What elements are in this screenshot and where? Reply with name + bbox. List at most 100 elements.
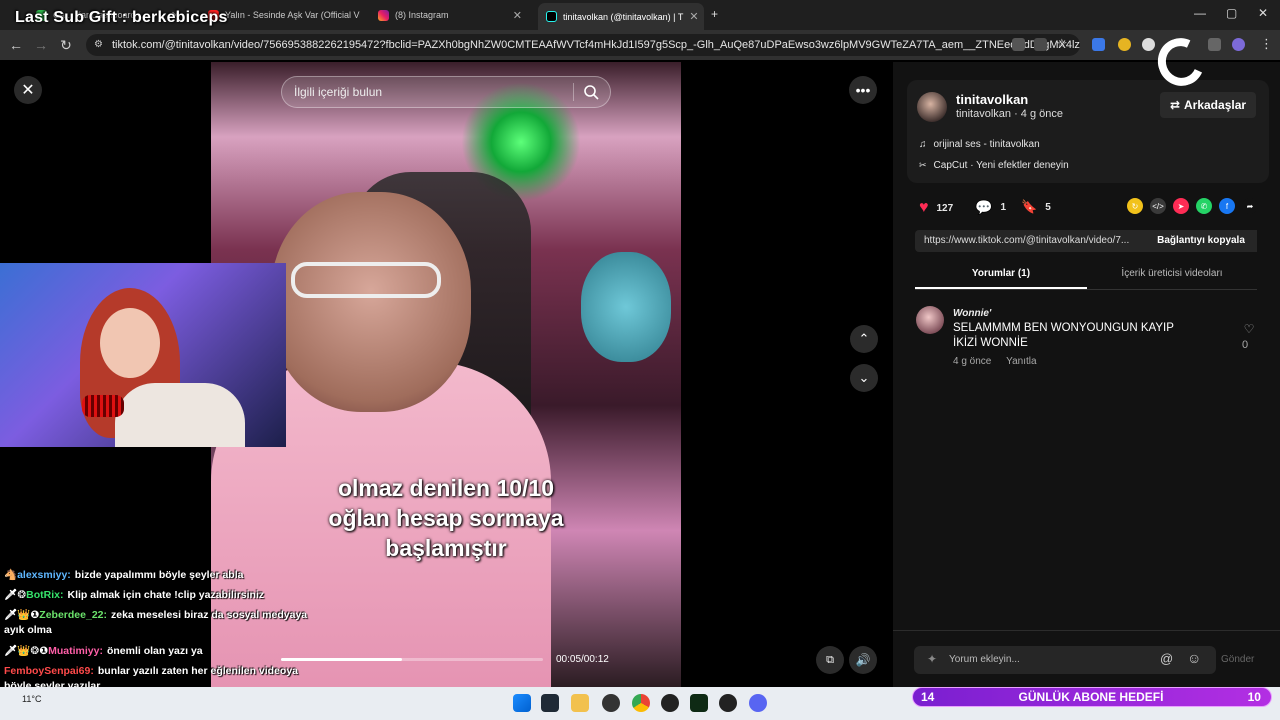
- author-name[interactable]: tinitavolkan: [956, 92, 1028, 107]
- streamer-face: [100, 308, 160, 378]
- video-caption: olmaz denilen 10/10 oğlan hesap sormaya …: [211, 473, 681, 563]
- heart-icon: ♥: [919, 199, 929, 216]
- send-comment-button[interactable]: Gönder: [1221, 654, 1254, 665]
- chat-badges: 🐴: [4, 569, 18, 581]
- author-subtitle: tinitavolkan · 4 g önce: [956, 108, 1064, 120]
- app-g-icon[interactable]: [661, 694, 679, 712]
- music-note-icon: ♫: [919, 139, 927, 150]
- volume-button[interactable]: 🔊: [849, 646, 877, 674]
- windows-start-icon[interactable]: [513, 694, 531, 712]
- url-field[interactable]: tiktok.com/@tinitavolkan/video/756695388…: [86, 34, 1080, 56]
- chat-message: 🗡👑❂❶Muatimiyy: önemli olan yazı ya: [4, 644, 324, 659]
- mention-icon[interactable]: @: [1160, 651, 1173, 666]
- instagram-favicon-icon: [378, 9, 389, 21]
- video-time: 00:05/00:12: [556, 654, 609, 665]
- comment-username[interactable]: Wonnie': [953, 308, 991, 319]
- goal-target: 10: [1247, 690, 1261, 704]
- back-button[interactable]: ←: [8, 37, 24, 53]
- facebook-icon[interactable]: f: [1219, 198, 1235, 214]
- tab-label: tinitavolkan (@tinitavolkan) | T: [563, 11, 684, 22]
- like-count: 127: [936, 202, 954, 214]
- extension-icon[interactable]: [1118, 38, 1131, 51]
- reading-list-icon[interactable]: [1208, 38, 1221, 51]
- chat-badges: 🗡❂: [4, 589, 27, 601]
- comment-like-icon[interactable]: ♡: [1240, 322, 1258, 336]
- whatsapp-icon[interactable]: ✆: [1196, 198, 1212, 214]
- install-app-icon[interactable]: [1012, 38, 1025, 51]
- swap-arrows-icon: ⇄: [1169, 98, 1180, 112]
- save-stat[interactable]: 🔖 5: [1021, 199, 1051, 215]
- tab-instagram[interactable]: (8) Instagram ✕: [370, 4, 530, 26]
- emoji-icon[interactable]: ☺: [1187, 650, 1201, 666]
- chat-username: BotRix:: [26, 589, 64, 601]
- reply-link[interactable]: Yanıtla: [1006, 356, 1036, 367]
- friends-button[interactable]: ⇄ Arkadaşlar: [1160, 92, 1256, 118]
- app-g2-icon[interactable]: [719, 694, 737, 712]
- tab-comments[interactable]: Yorumlar (1): [915, 268, 1087, 279]
- site-info-icon[interactable]: ⚙: [94, 39, 103, 50]
- person-glasses: [291, 262, 441, 298]
- forward-button[interactable]: →: [33, 37, 49, 53]
- plush-toy: [581, 252, 671, 362]
- new-tab-button[interactable]: +: [711, 7, 718, 21]
- chat-username: Muatimiyy:: [48, 645, 103, 657]
- chat-badges: 🗡👑❶: [4, 609, 40, 621]
- chat-badges: 🗡👑❂❶: [4, 645, 49, 657]
- kick-icon[interactable]: [690, 694, 708, 712]
- like-stat[interactable]: ♥ 127: [919, 199, 953, 217]
- more-options-button[interactable]: •••: [849, 76, 877, 104]
- next-video-button[interactable]: ⌄: [850, 364, 878, 392]
- repost-icon[interactable]: ↻: [1127, 198, 1143, 214]
- goal-current: 14: [921, 690, 935, 704]
- chat-message: 🗡❂BotRix: Klip almak için chate !clip yaz…: [4, 588, 324, 603]
- streamer-webcam: [0, 263, 286, 447]
- more-share-icon[interactable]: ➦: [1242, 198, 1258, 214]
- comment-count: 1: [1000, 202, 1006, 213]
- close-video-button[interactable]: ✕: [14, 76, 42, 104]
- minimize-button[interactable]: —: [1194, 6, 1206, 20]
- person-face: [271, 192, 471, 412]
- author-avatar[interactable]: [917, 92, 947, 122]
- effect-link[interactable]: ✂ CapCut · Yeni efektler deneyin: [919, 160, 1069, 171]
- capcut-icon: ✂: [919, 160, 927, 170]
- tab-creator-videos[interactable]: İçerik üreticisi videoları: [1087, 268, 1257, 279]
- related-search-input[interactable]: İlgili içeriği bulun: [281, 76, 611, 108]
- comment-avatar[interactable]: [916, 306, 944, 334]
- tab-tiktok[interactable]: tinitavolkan (@tinitavolkan) | T ✕: [538, 3, 704, 30]
- close-window-button[interactable]: ✕: [1258, 6, 1268, 20]
- sound-label: orijinal ses - tinitavolkan: [933, 139, 1040, 150]
- previous-video-button[interactable]: ⌃: [850, 325, 878, 353]
- chat-text: önemli olan yazı ya: [106, 645, 203, 657]
- effect-label: CapCut · Yeni efektler deneyin: [933, 160, 1069, 171]
- sticker-icon[interactable]: ✦: [927, 652, 937, 666]
- translate-icon[interactable]: [1034, 38, 1047, 51]
- reload-button[interactable]: ↻: [58, 37, 74, 53]
- search-icon[interactable]: [583, 84, 599, 100]
- sub-goal-bar: 14 GÜNLÜK ABONE HEDEFİ 10: [912, 687, 1272, 707]
- sound-link[interactable]: ♫ orijinal ses - tinitavolkan: [919, 139, 1040, 150]
- maximize-button[interactable]: ▢: [1226, 6, 1237, 20]
- weather-widget[interactable]: 11°C: [22, 694, 41, 704]
- obs-icon[interactable]: [602, 694, 620, 712]
- comment-time: 4 g önce: [953, 356, 992, 367]
- browser-menu-icon[interactable]: ⋮: [1260, 36, 1273, 52]
- file-explorer-icon[interactable]: [571, 694, 589, 712]
- comment-bubble-icon: 💬: [975, 199, 993, 215]
- comment-stat[interactable]: 💬 1: [975, 199, 1006, 216]
- close-tab-icon[interactable]: ✕: [689, 10, 698, 23]
- extension-snap-icon[interactable]: [1142, 38, 1155, 51]
- caption-line: başlamıştır: [385, 535, 507, 561]
- embed-icon[interactable]: </>: [1150, 198, 1166, 214]
- close-tab-icon[interactable]: ✕: [513, 9, 522, 22]
- extension-translate-icon[interactable]: [1092, 38, 1105, 51]
- bookmark-star-icon[interactable]: ☆: [1056, 36, 1068, 52]
- discord-icon[interactable]: [749, 694, 767, 712]
- task-view-icon[interactable]: [541, 694, 559, 712]
- send-icon[interactable]: ➤: [1173, 198, 1189, 214]
- goal-label: GÜNLÜK ABONE HEDEFİ: [1018, 690, 1164, 704]
- miniplayer-button[interactable]: ⧉: [816, 646, 844, 674]
- chrome-icon[interactable]: [632, 694, 650, 712]
- bookmark-icon: 🔖: [1021, 199, 1038, 214]
- copy-link-button[interactable]: Bağlantıyı kopyala: [1145, 230, 1257, 252]
- profile-avatar[interactable]: [1232, 38, 1245, 51]
